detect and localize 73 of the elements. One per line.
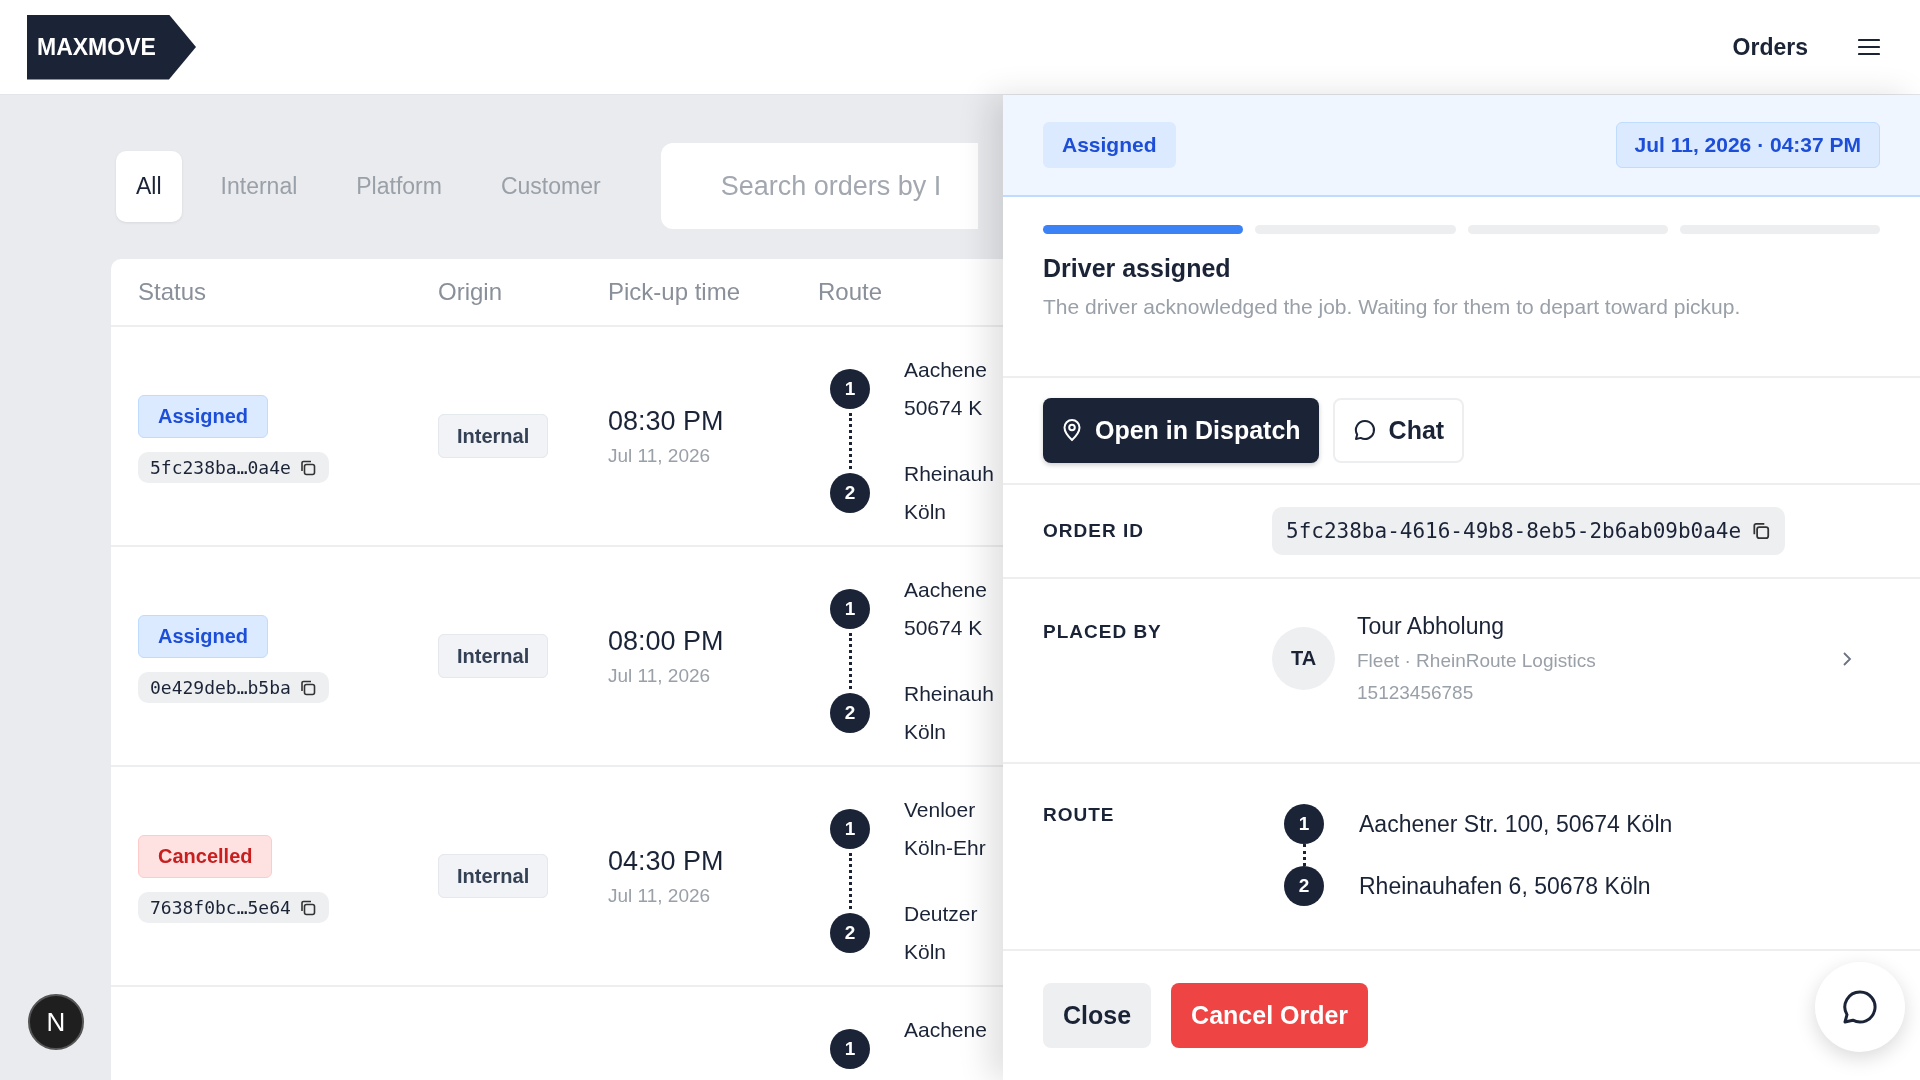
order-id-chip[interactable]: 5fc238ba…0a4e [138,452,329,483]
initials-avatar: TA [1272,627,1335,691]
status-badge: Assigned [138,395,269,438]
customer-company: Fleet · RheinRoute Logistics [1357,650,1597,673]
stop-address: Köln [904,939,948,965]
origin-tag: Internal [438,853,549,898]
filter-tab[interactable]: All [116,150,182,222]
chat-button[interactable]: Chat [1332,397,1465,463]
stop-address: Rheinauhafen 6, 50678 Köln [1359,872,1651,900]
column-header: Pick-up time [608,278,741,306]
dispatch-button[interactable]: Open in Dispatch [1043,397,1319,463]
orders-link[interactable]: Orders [1732,33,1808,61]
status-badge: Cancelled [138,835,273,878]
pickup-date: Jul 11, 2026 [608,884,712,907]
field-label: ORDER ID [1043,520,1145,543]
copy-icon[interactable] [1751,521,1772,542]
stop-address: 50674 K [904,395,984,421]
copy-icon[interactable] [298,898,317,917]
stop-number: 1 [830,589,870,629]
stop-number: 2 [1284,866,1324,907]
menu-icon[interactable] [1858,38,1880,56]
stop-address: Aachene [904,577,988,603]
field-label: PLACED BY [1043,621,1163,645]
customer-card[interactable]: TA Tour Abholung Fleet · RheinRoute Logistics 15123456785 [1272,613,1880,705]
pickup-time: 04:30 PM [608,845,725,877]
stop-address: Köln [904,499,948,525]
chat-icon [1352,418,1377,443]
chevron-right-icon [1842,650,1852,667]
field-label: ROUTE [1043,804,1116,828]
avatar-button[interactable]: N [28,994,84,1050]
stop-number: 1 [830,1029,870,1069]
stop-address: Aachene [904,357,988,383]
timestamp-badge: Jul 11, 2026 · 04:37 PM [1615,121,1880,168]
stop-address: 50674 K [904,615,984,641]
stop-number: 2 [830,693,870,733]
status-badge: Assigned [138,615,269,658]
step-description: The driver acknowledged the job. Waiting for them to depart toward pickup. [1043,294,1742,319]
origin-tag: Internal [438,413,549,458]
column-header: Route [818,278,883,306]
stop-address: Deutzer [904,901,979,927]
customer-name: Tour Abholung [1357,613,1506,641]
copy-icon[interactable] [298,458,317,477]
stop-address: Aachene [904,1017,987,1043]
stop-number: 2 [830,913,870,953]
step-title: Driver assigned [1043,253,1232,283]
stop-address: Aachener Str. 100, 50674 Köln [1359,810,1673,838]
origin-tag: Internal [438,633,549,678]
stop-address: Rheinauh [904,681,994,707]
order-id-chip[interactable]: 7638f0bc…5e64 [138,892,329,923]
stop-number: 1 [830,809,870,849]
order-id-chip[interactable]: 5fc238ba-4616-49b8-8eb5-2b6ab09b0a4e [1272,507,1786,556]
stop-address: Rheinauh [904,461,994,487]
copy-icon[interactable] [298,678,317,697]
column-header: Status [138,278,207,306]
order-id-chip[interactable]: 0e429deb…b5ba [138,672,329,703]
pickup-date: Jul 11, 2026 [608,444,712,467]
stop-address: Köln [904,719,948,745]
search-field[interactable]: Search orders by I [660,143,978,229]
customer-phone: 15123456785 [1357,682,1475,705]
stop-number: 1 [830,369,870,409]
column-header: Origin [438,278,503,306]
cancel-order-button[interactable]: Cancel Order [1171,983,1369,1048]
logo[interactable]: MAXMOVE [27,14,196,80]
location-pin-icon [1061,418,1083,443]
stop-address: Venloer [904,797,977,823]
stop-number: 2 [830,473,870,513]
close-button[interactable]: Close [1043,983,1152,1048]
pickup-date: Jul 11, 2026 [608,664,712,687]
stop-address: Köln-Ehr [904,835,986,861]
status-badge: Assigned [1043,121,1176,168]
pickup-time: 08:30 PM [608,405,725,437]
stop-number: 1 [1284,804,1324,845]
pickup-time: 08:00 PM [608,625,725,657]
